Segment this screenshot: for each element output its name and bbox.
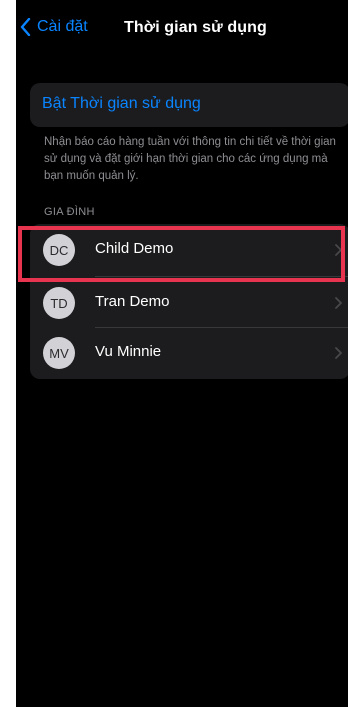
- member-name: Child Demo: [95, 240, 174, 257]
- family-section-header: GIA ĐÌNH: [44, 206, 95, 218]
- enable-screen-time-cell[interactable]: Bật Thời gian sử dụng: [30, 83, 348, 127]
- chevron-right-icon: [335, 297, 342, 309]
- family-member-row-vu-minnie[interactable]: MV Vu Minnie: [30, 327, 348, 379]
- avatar: TD: [43, 287, 75, 319]
- enable-screen-time-label: Bật Thời gian sử dụng: [42, 95, 201, 112]
- page-title: Thời gian sử dụng: [124, 19, 267, 36]
- chevron-left-icon: [20, 18, 31, 36]
- back-button[interactable]: Cài đặt: [20, 18, 88, 36]
- description-text: Nhận báo cáo hàng tuần với thông tin chi…: [44, 136, 336, 182]
- chevron-right-icon: [335, 244, 342, 256]
- member-name: Tran Demo: [95, 293, 170, 310]
- avatar: MV: [43, 337, 75, 369]
- chevron-right-icon: [335, 347, 342, 359]
- avatar: DC: [43, 234, 75, 266]
- phone-screen: Cài đặt Thời gian sử dụng Bật Thời gian …: [16, 0, 348, 707]
- member-name: Vu Minnie: [95, 343, 162, 360]
- family-member-row-child-demo[interactable]: DC Child Demo: [30, 224, 348, 276]
- back-label: Cài đặt: [37, 18, 88, 35]
- family-list: DC Child Demo TD Tran Demo MV Vu Minnie: [30, 224, 348, 379]
- family-member-row-tran-demo[interactable]: TD Tran Demo: [30, 277, 348, 329]
- navigation-bar: Cài đặt Thời gian sử dụng: [16, 0, 348, 60]
